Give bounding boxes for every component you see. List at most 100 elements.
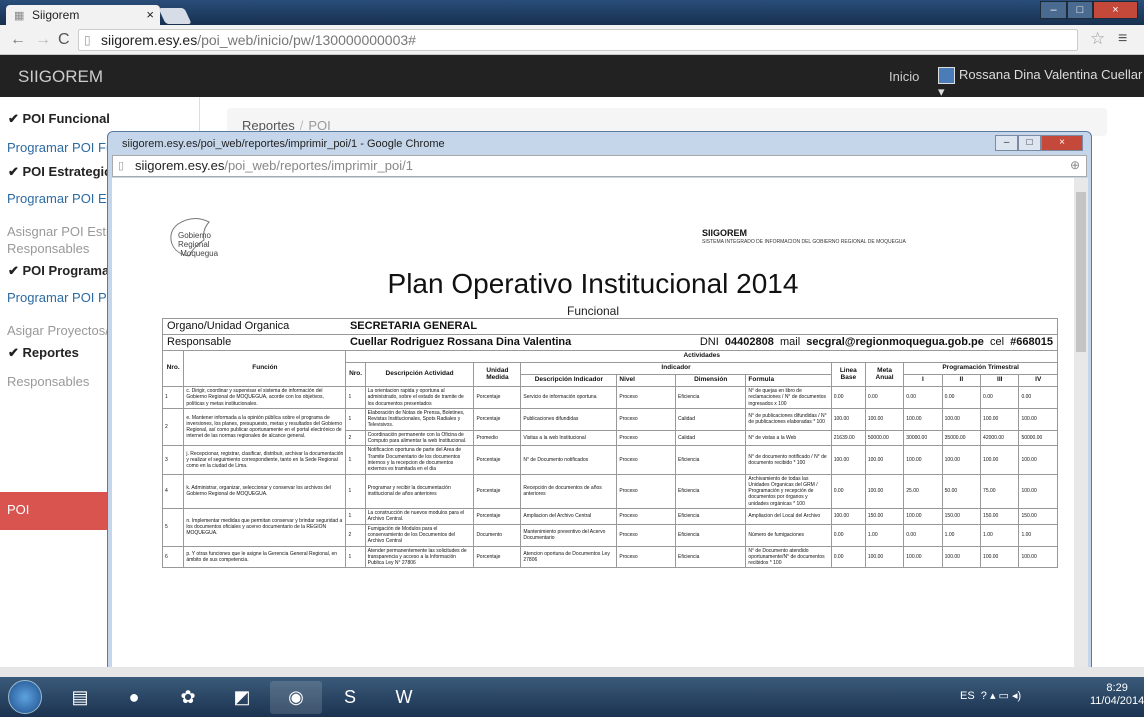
network-app-icon[interactable]: ◩ (216, 681, 268, 714)
sidebar-item-asignar-poi[interactable]: Asisgnar POI Estra Responsables (7, 223, 118, 257)
paw-app-icon[interactable]: ✿ (162, 681, 214, 714)
sidebar-item-responsables[interactable]: Responsables (7, 373, 89, 390)
cell-nv: Proceso (616, 407, 677, 431)
explorer-icon[interactable]: ▤ (54, 681, 106, 714)
popup-vertical-scrollbar[interactable] (1074, 178, 1088, 668)
report-subtitle: Funcional (566, 304, 620, 318)
maximize-button[interactable]: □ (1067, 1, 1093, 19)
browser-tab-bar: ▦ Siigorem × – □ × (0, 0, 1144, 25)
sidebar-item-programar-poi-funcional[interactable]: Programar POI Fun (7, 140, 120, 155)
popup-maximize-button[interactable]: □ (1018, 135, 1041, 151)
cell-q3: 100.00 (980, 407, 1020, 431)
language-indicator[interactable]: ES (960, 690, 975, 702)
cell-d: Servicio de información oportuna (520, 386, 618, 409)
org-name: SIIGOREM (702, 228, 748, 238)
cell-a: Programar y recibir la documentación ins… (364, 473, 475, 510)
header-nro-actividad: Nro. (345, 362, 366, 387)
sublime-icon[interactable]: S (324, 681, 376, 714)
cell-dm: Eficiencia (675, 545, 747, 569)
close-tab-icon[interactable]: × (146, 7, 154, 22)
cell-lb: 0.00 (830, 545, 866, 569)
popup-window-controls: – □ × (995, 135, 1083, 151)
header-q2: II (941, 374, 982, 387)
cell-lb: 100.00 (830, 445, 866, 475)
url-path: /poi_web/inicio/pw/130000000003# (197, 32, 416, 48)
header-linea-base: Linea Base (830, 362, 866, 387)
sidebar-item-asignar-proyectos[interactable]: Asigar Proyectos/F (7, 322, 117, 339)
minimize-button[interactable]: – (1040, 1, 1067, 19)
cell-a: La construcción de nuevos modulos para e… (364, 508, 475, 525)
chrome-icon[interactable]: ◉ (270, 681, 322, 714)
cell-q2: 100.00 (941, 407, 982, 431)
funcion-nro: 6 (161, 545, 185, 569)
table-row: 3 j. Recepcionar, registrar, clasificar, … (161, 445, 1058, 475)
cell-q2: 100.00 (941, 545, 982, 569)
start-button[interactable] (8, 680, 42, 714)
user-menu[interactable]: Rossana Dina Valentina Cuellar ▾ (938, 67, 1144, 100)
cell-q1: 30000.00 (903, 429, 943, 447)
word-icon[interactable]: W (378, 681, 430, 714)
cell-nv: Proceso (616, 386, 677, 409)
windows-taskbar: ▤ ● ✿ ◩ ◉ S W ES ? ▴ ▭ ◂) 8:29 11/04/2014 (0, 677, 1144, 717)
sidebar-header-poi-funcional[interactable]: ✔ POI Funcional (8, 111, 110, 127)
close-window-button[interactable]: × (1093, 1, 1138, 19)
cell-d: Ampliacion del Archivo Central (520, 508, 618, 525)
cell-d: Visitas a la web Institucional (520, 429, 618, 447)
tab-title: Siigorem (32, 8, 80, 22)
dni-value: 04402808 (724, 336, 774, 348)
cell-q4: 50000.00 (1018, 429, 1058, 447)
cell-dm: Eficiencia (675, 386, 747, 409)
cell-nv: Proceso (616, 523, 677, 547)
back-icon[interactable]: ← (10, 31, 26, 49)
popup-url-field[interactable]: ▯ siigorem.esy.es/poi_web/reportes/impri… (112, 155, 1087, 177)
funcion-nro: 4 (161, 473, 185, 510)
cell-dm: Eficiencia (675, 473, 747, 510)
gobierno-regional-logo: Gobierno Regional Moquegua (164, 216, 234, 262)
cell-ma: 100.00 (864, 407, 905, 431)
cell-q3: 0.00 (980, 386, 1020, 409)
header-dimension: Dimensión (675, 374, 747, 387)
cell-lb: 100.00 (830, 508, 866, 525)
organo-value: SECRETARIA GENERAL (349, 320, 478, 332)
funcion-nro: 2 (161, 407, 185, 447)
nav-inicio-link[interactable]: Inicio (889, 69, 919, 84)
popup-minimize-button[interactable]: – (995, 135, 1018, 151)
new-tab-button[interactable] (158, 8, 192, 24)
reload-icon[interactable]: C (58, 31, 70, 49)
organo-row: Organo/Unidad Organica SECRETARIA GENERA… (161, 318, 1058, 335)
sidebar-item-programar-poi-estrategico[interactable]: Programar POI Est (7, 191, 117, 206)
sidebar-item-programar-poi-programatico[interactable]: Programar POI Pro (7, 290, 118, 305)
table-body: 1 c. Dirigir, coordinar y supervisar el s… (161, 386, 1058, 569)
cell-q4: 0.00 (1018, 386, 1058, 409)
cell-nv: Proceso (616, 429, 677, 447)
chrome-menu-icon[interactable]: ≡ (1118, 30, 1127, 48)
address-bar: ← → C ▯ siigorem.esy.es/poi_web/inicio/p… (0, 25, 1144, 55)
cell-ma: 100.00 (864, 473, 905, 510)
cell-q2: 150.00 (941, 508, 982, 525)
browser-tab[interactable]: ▦ Siigorem × (6, 5, 160, 25)
header-descripcion-indicador: Descripción Indicador (520, 374, 618, 387)
forward-icon[interactable]: → (35, 31, 51, 49)
cell-n: 1 (345, 508, 366, 525)
cell-a: Coordinación permanente con la Oficina d… (364, 429, 475, 447)
cell-dm: Eficiencia (675, 523, 747, 547)
cell-q4: 150.00 (1018, 508, 1058, 525)
page-icon: ▯ (84, 33, 91, 47)
url-input[interactable]: ▯ siigorem.esy.es/poi_web/inicio/pw/1300… (78, 29, 1078, 51)
sidebar-header-poi-estrategico[interactable]: ✔ POI Estrategico (8, 164, 119, 180)
cell-q1: 100.00 (903, 508, 943, 525)
app-brand[interactable]: SIIGOREM (18, 67, 103, 87)
cell-a: Notificacion oportuna de parte del Area … (364, 445, 475, 475)
header-q1: I (903, 374, 943, 387)
sidebar-header-reportes[interactable]: ✔ Reportes (8, 345, 79, 361)
cell-q3: 100.00 (980, 445, 1020, 475)
cell-lb: 100.00 (830, 407, 866, 431)
responsable-value: Cuellar Rodriguez Rossana Dina Valentina (349, 336, 572, 348)
zoom-icon[interactable]: ⊕ (1070, 158, 1080, 172)
firefox-icon[interactable]: ● (108, 681, 160, 714)
bookmark-star-icon[interactable]: ☆ (1090, 29, 1105, 49)
mail-value: secgral@regionmoquegua.gob.pe (806, 336, 984, 348)
clock[interactable]: 8:29 11/04/2014 (1090, 682, 1144, 708)
page-horizontal-scrollbar[interactable] (0, 667, 1144, 677)
popup-close-button[interactable]: × (1041, 135, 1083, 151)
